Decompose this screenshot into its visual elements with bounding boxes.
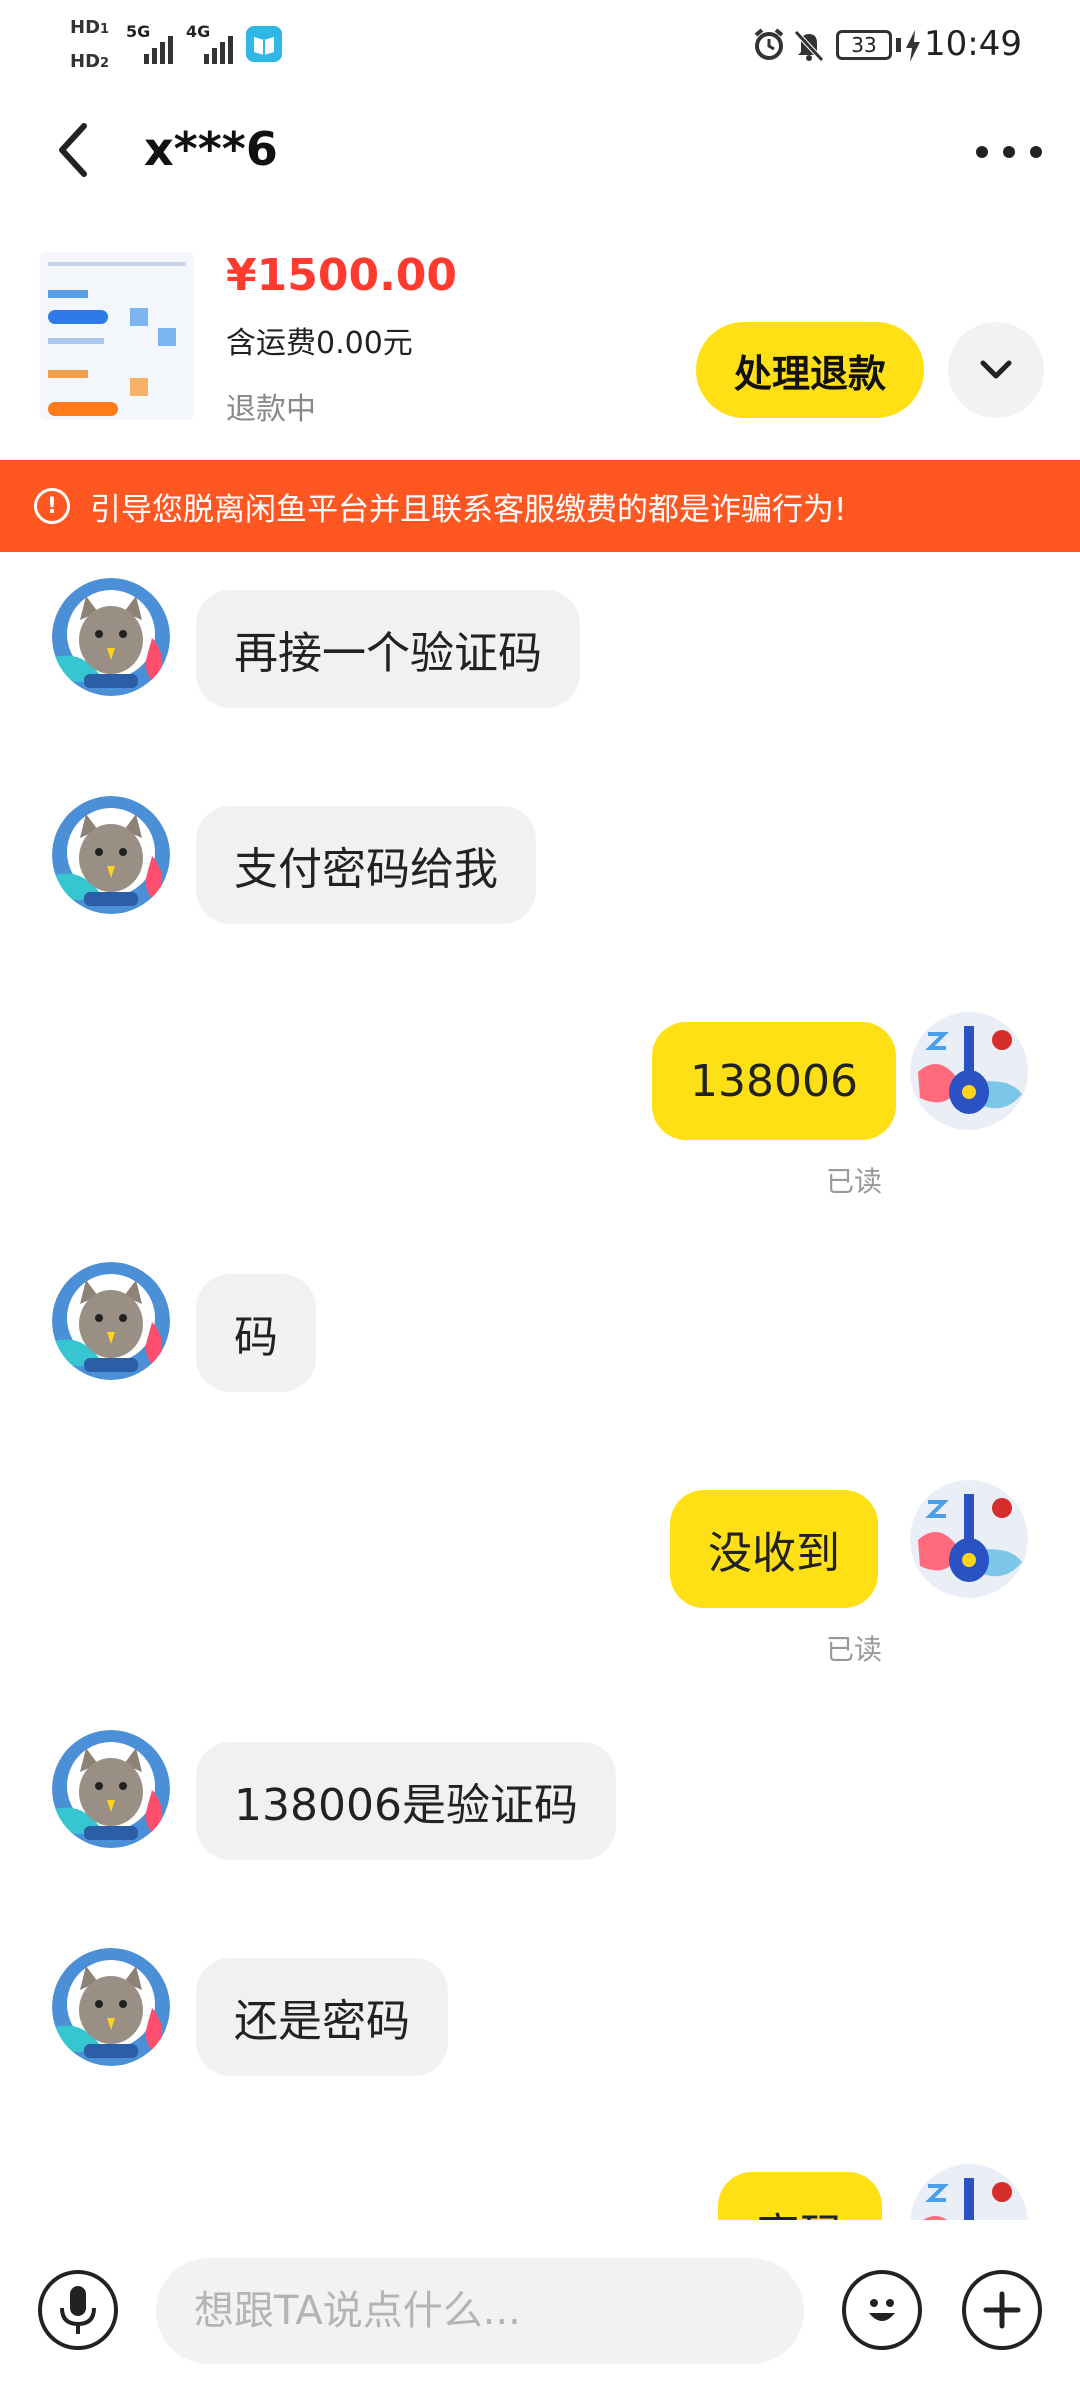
message-bubble-outgoing: 没收到 bbox=[670, 1490, 878, 1608]
chevron-left-icon bbox=[59, 123, 87, 177]
more-dots-icon bbox=[976, 146, 1042, 158]
message-bubble-incoming: 支付密码给我 bbox=[196, 806, 536, 924]
smiley-icon bbox=[869, 2299, 895, 2321]
my-avatar[interactable] bbox=[910, 1012, 1028, 1130]
fraud-warning-banner: ! 引导您脱离闲鱼平台并且联系客服缴费的都是诈骗行为! bbox=[0, 460, 1080, 552]
read-receipt: 已读 bbox=[826, 1165, 883, 1198]
clock: 10:49 bbox=[924, 24, 1022, 64]
book-app-icon bbox=[246, 26, 282, 62]
signal-icon-2 bbox=[204, 36, 233, 64]
refund-status: 退款中 bbox=[226, 392, 316, 427]
charging-icon bbox=[904, 30, 922, 66]
back-button[interactable] bbox=[40, 118, 104, 182]
shipping-fee: 含运费0.00元 bbox=[226, 326, 413, 361]
battery-icon: 33 bbox=[836, 30, 892, 60]
hd-indicator-1: HD1 bbox=[70, 17, 110, 38]
chevron-down-icon bbox=[980, 360, 1012, 379]
message-bubble-incoming: 再接一个验证码 bbox=[196, 590, 580, 708]
signal-icon bbox=[144, 36, 173, 64]
guitar-avatar-icon bbox=[910, 1012, 1028, 1130]
guitar-avatar-icon bbox=[910, 1480, 1028, 1598]
cat-avatar-icon bbox=[52, 1262, 170, 1380]
cat-avatar-icon bbox=[52, 796, 170, 914]
contact-avatar[interactable] bbox=[52, 1730, 170, 1848]
chat-header: x***6 bbox=[0, 92, 1080, 232]
more-button[interactable] bbox=[964, 132, 1054, 172]
hd-indicator-2: HD2 bbox=[70, 51, 110, 72]
add-attachment-button[interactable] bbox=[962, 2270, 1042, 2350]
product-thumbnail[interactable] bbox=[40, 252, 194, 420]
cat-avatar-icon bbox=[52, 1948, 170, 2066]
microphone-icon bbox=[60, 2286, 96, 2334]
product-price: ¥1500.00 bbox=[226, 250, 458, 301]
alarm-icon bbox=[752, 28, 786, 66]
contact-avatar[interactable] bbox=[52, 1948, 170, 2066]
cat-avatar-icon bbox=[52, 578, 170, 696]
warning-text: 引导您脱离闲鱼平台并且联系客服缴费的都是诈骗行为! bbox=[90, 491, 847, 528]
battery-tip bbox=[896, 38, 901, 52]
status-bar: HD1 HD2 5G 4G 33 10:49 bbox=[0, 0, 1080, 92]
message-bubble-incoming: 还是密码 bbox=[196, 1958, 448, 2076]
message-bubble-incoming: 码 bbox=[196, 1274, 316, 1392]
read-receipt: 已读 bbox=[826, 1633, 883, 1666]
contact-avatar[interactable] bbox=[52, 1262, 170, 1380]
page-title: x***6 bbox=[144, 122, 278, 176]
voice-button[interactable] bbox=[38, 2270, 118, 2350]
cat-avatar-icon bbox=[52, 1730, 170, 1848]
message-bubble-incoming: 138006是验证码 bbox=[196, 1742, 616, 1860]
plus-icon bbox=[983, 2291, 1021, 2329]
expand-button[interactable] bbox=[948, 322, 1044, 418]
contact-avatar[interactable] bbox=[52, 796, 170, 914]
handle-refund-button[interactable]: 处理退款 bbox=[696, 322, 924, 418]
emoji-button[interactable] bbox=[842, 2270, 922, 2350]
mute-bell-icon bbox=[792, 28, 826, 66]
warning-icon: ! bbox=[34, 488, 70, 524]
my-avatar[interactable] bbox=[910, 1480, 1028, 1598]
message-bubble-outgoing: 138006 bbox=[652, 1022, 896, 1140]
message-input[interactable] bbox=[156, 2258, 804, 2364]
contact-avatar[interactable] bbox=[52, 578, 170, 696]
